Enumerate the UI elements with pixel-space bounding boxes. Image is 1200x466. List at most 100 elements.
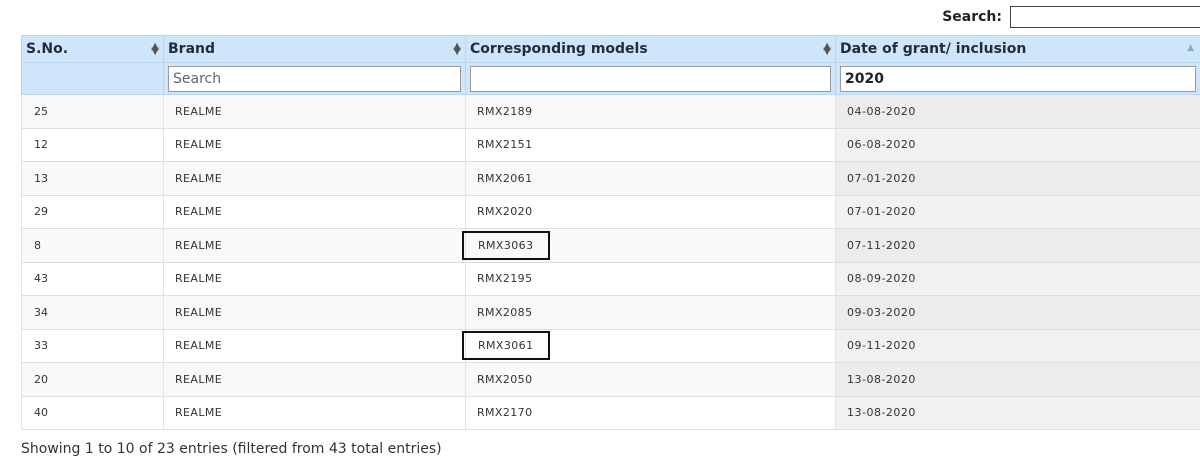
table-row: 40 REALME RMX2170 13-08-2020 <box>21 396 1200 430</box>
search-input[interactable] <box>1010 6 1200 28</box>
cell-brand: REALME <box>163 396 466 430</box>
cell-model: RMX2195 <box>465 262 836 296</box>
table-row: 13 REALME RMX2061 07-01-2020 <box>21 161 1200 196</box>
cell-sno: 34 <box>21 295 164 330</box>
sort-both-icon: ▲ ▼ <box>453 41 461 57</box>
cell-date: 08-09-2020 <box>835 262 1200 296</box>
table-row: 20 REALME RMX2050 13-08-2020 <box>21 362 1200 397</box>
cell-brand: REALME <box>163 195 466 229</box>
cell-model-text: RMX2061 <box>477 171 533 185</box>
cell-sno-text: 29 <box>34 205 48 219</box>
cell-date: 09-11-2020 <box>835 329 1200 363</box>
global-search: Search: <box>942 4 1200 30</box>
models-table: S.No. ▲ ▼ Brand ▲ ▼ Corresponding models ▲… <box>21 35 1200 430</box>
filter-cell-brand <box>163 62 466 95</box>
column-header-sno[interactable]: S.No. ▲ ▼ <box>21 35 164 63</box>
cell-brand: REALME <box>163 228 466 263</box>
cell-brand: REALME <box>163 329 466 363</box>
column-header-label: S.No. <box>26 41 69 57</box>
cell-model-text: RMX2085 <box>477 305 533 319</box>
column-header-label: Brand <box>168 41 216 57</box>
filter-cell-models <box>465 62 836 95</box>
cell-sno-text: 43 <box>34 272 48 286</box>
cell-brand-text: REALME <box>175 406 223 420</box>
cell-sno: 8 <box>21 228 164 263</box>
cell-sno: 25 <box>21 94 164 129</box>
sort-both-icon: ▲ ▼ <box>823 41 831 57</box>
cell-date: 06-08-2020 <box>835 128 1200 162</box>
cell-brand: REALME <box>163 94 466 129</box>
cell-brand-text: REALME <box>175 372 223 386</box>
cell-model: RMX2151 <box>465 128 836 162</box>
column-header-date[interactable]: Date of grant/ inclusion ▲ <box>835 35 1200 63</box>
cell-sno: 12 <box>21 128 164 162</box>
cell-date-text: 06-08-2020 <box>847 138 916 152</box>
highlighted-model: RMX3061 <box>462 331 551 361</box>
cell-date: 04-08-2020 <box>835 94 1200 129</box>
cell-sno-text: 25 <box>34 104 48 118</box>
cell-brand-text: REALME <box>175 272 223 286</box>
cell-date-text: 07-01-2020 <box>847 205 916 219</box>
cell-model: RMX2085 <box>465 295 836 330</box>
cell-model: RMX2050 <box>465 362 836 397</box>
cell-sno-text: 40 <box>34 406 48 420</box>
cell-sno-text: 12 <box>34 138 48 152</box>
cell-brand-text: REALME <box>175 138 223 152</box>
cell-model-text: RMX2020 <box>477 205 533 219</box>
cell-brand: REALME <box>163 161 466 196</box>
cell-date-text: 09-03-2020 <box>847 305 916 319</box>
cell-sno: 40 <box>21 396 164 430</box>
cell-sno-text: 20 <box>34 372 48 386</box>
table-row: 33 REALME RMX3061 09-11-2020 <box>21 329 1200 363</box>
table-body: 25 REALME RMX2189 04-08-2020 12 REALME RMX2151… <box>21 94 1200 430</box>
cell-date-text: 07-11-2020 <box>847 238 916 252</box>
cell-brand-text: REALME <box>175 339 223 353</box>
cell-brand-text: REALME <box>175 171 223 185</box>
cell-date-text: 13-08-2020 <box>847 372 916 386</box>
cell-model: RMX3063 <box>462 228 836 263</box>
cell-sno-text: 13 <box>34 171 48 185</box>
models-filter-input[interactable] <box>470 65 831 92</box>
cell-sno: 33 <box>21 329 164 363</box>
cell-brand-text: REALME <box>175 205 223 219</box>
table-info: Showing 1 to 10 of 23 entries (filtered … <box>21 441 442 457</box>
cell-date-text: 13-08-2020 <box>847 406 916 420</box>
table-row: 12 REALME RMX2151 06-08-2020 <box>21 128 1200 162</box>
column-header-brand[interactable]: Brand ▲ ▼ <box>163 35 466 63</box>
table-row: 43 REALME RMX2195 08-09-2020 <box>21 262 1200 296</box>
search-label: Search: <box>942 9 1002 25</box>
cell-brand-text: REALME <box>175 238 223 252</box>
cell-date: 13-08-2020 <box>835 396 1200 430</box>
highlighted-model: RMX3063 <box>462 230 551 260</box>
cell-date: 07-11-2020 <box>835 228 1200 263</box>
cell-date-text: 04-08-2020 <box>847 104 916 118</box>
cell-model-text: RMX2195 <box>477 272 533 286</box>
table-row: 25 REALME RMX2189 04-08-2020 <box>21 94 1200 129</box>
column-header-label: Corresponding models <box>470 41 648 57</box>
date-filter-input[interactable] <box>840 65 1196 92</box>
table-row: 34 REALME RMX2085 09-03-2020 <box>21 295 1200 330</box>
cell-sno-text: 34 <box>34 305 48 319</box>
cell-date-text: 07-01-2020 <box>847 171 916 185</box>
sort-asc-icon: ▲ <box>1187 43 1194 53</box>
cell-date: 09-03-2020 <box>835 295 1200 330</box>
cell-date: 07-01-2020 <box>835 161 1200 196</box>
cell-date: 13-08-2020 <box>835 362 1200 397</box>
cell-model: RMX2170 <box>465 396 836 430</box>
filter-cell-date <box>835 62 1200 95</box>
cell-model-text: RMX2189 <box>477 104 533 118</box>
table-row: 29 REALME RMX2020 07-01-2020 <box>21 195 1200 229</box>
cell-brand-text: REALME <box>175 305 223 319</box>
cell-date: 07-01-2020 <box>835 195 1200 229</box>
cell-brand: REALME <box>163 362 466 397</box>
table-row: 8 REALME RMX3063 07-11-2020 <box>21 228 1200 263</box>
filter-cell-sno <box>21 62 164 95</box>
cell-brand: REALME <box>163 295 466 330</box>
brand-filter-input[interactable] <box>168 65 461 92</box>
cell-sno-text: 33 <box>34 339 48 353</box>
column-header-models[interactable]: Corresponding models ▲ ▼ <box>465 35 836 63</box>
cell-model: RMX3061 <box>462 329 836 363</box>
column-header-label: Date of grant/ inclusion <box>840 41 1027 57</box>
sort-both-icon: ▲ ▼ <box>151 41 159 57</box>
cell-model-text: RMX2151 <box>477 138 533 152</box>
